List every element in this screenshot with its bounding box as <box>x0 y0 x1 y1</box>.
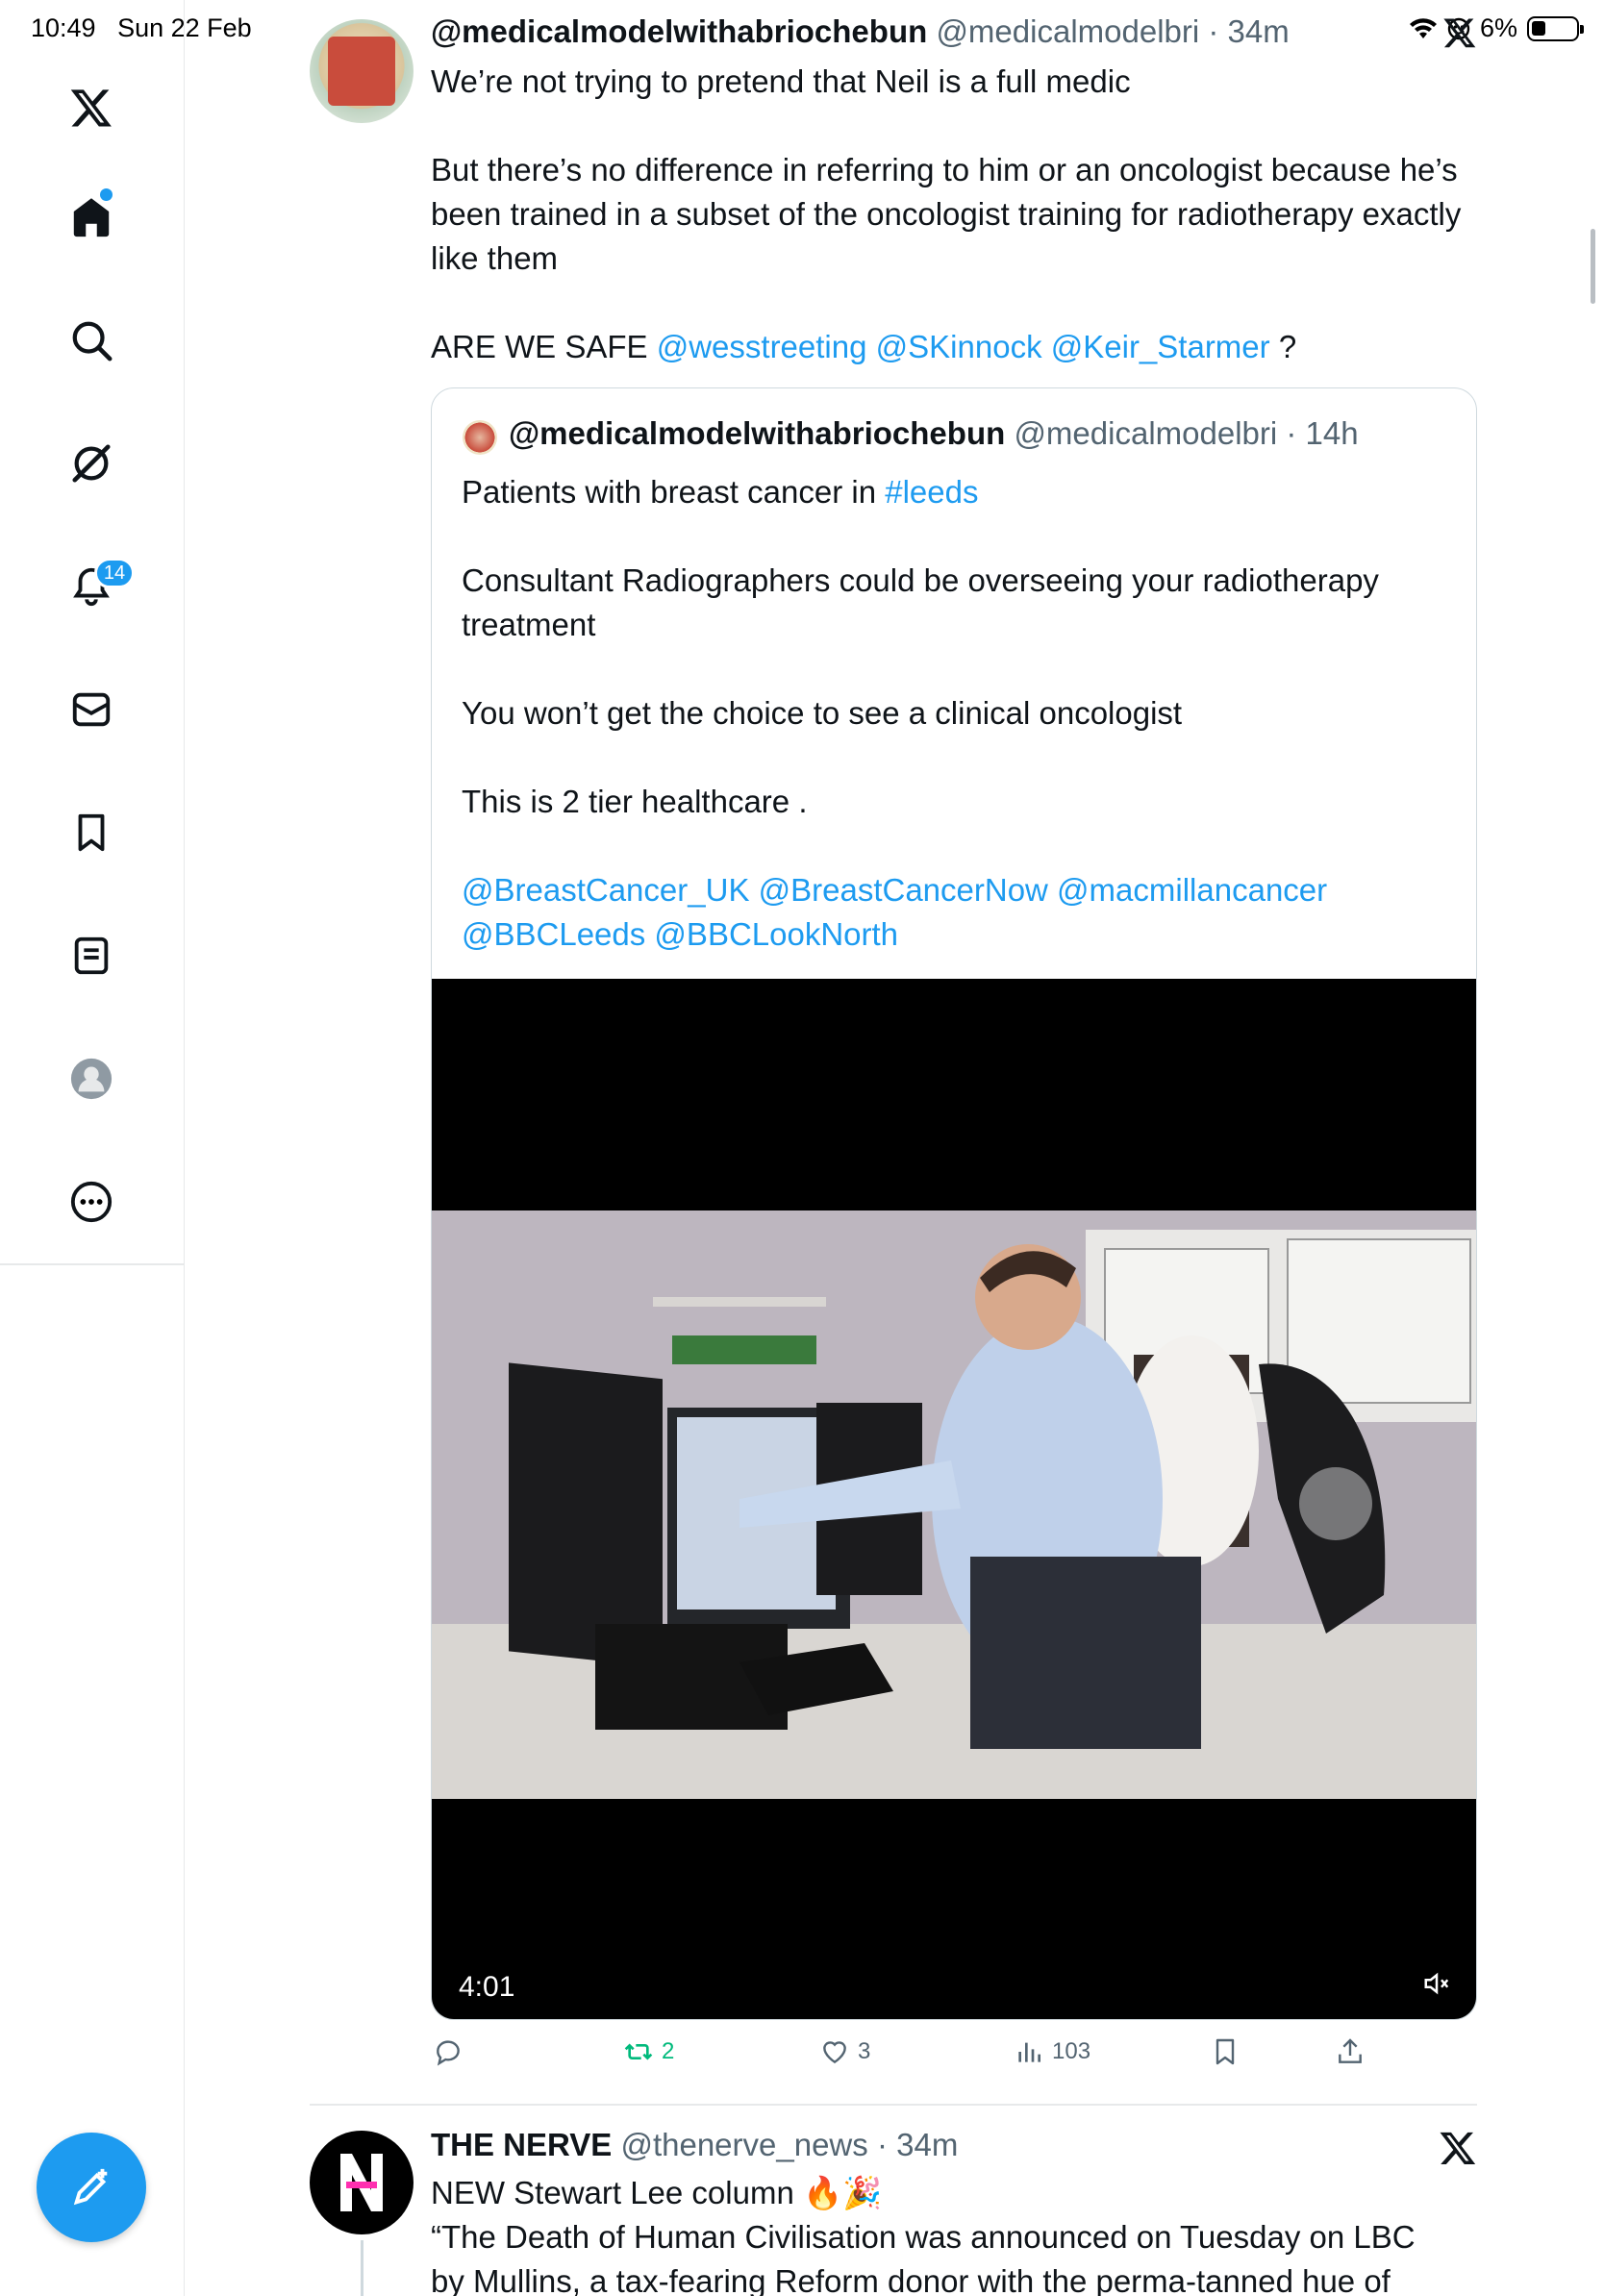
status-icons: 6% <box>1409 13 1584 43</box>
quoted-text: Patients with breast cancer in #leeds Co… <box>462 470 1442 957</box>
mention-link[interactable]: @SKinnock <box>876 329 1042 364</box>
tweet-divider <box>310 2104 1477 2106</box>
search-icon[interactable] <box>68 317 114 363</box>
notifications-badge: 14 <box>94 558 135 588</box>
tweet-paragraph: We’re not trying to pretend that Neil is… <box>431 63 1131 99</box>
tweet-safe-text: ARE WE SAFE <box>431 329 648 364</box>
mute-icon[interactable] <box>1422 1969 1451 1998</box>
mention-link[interactable]: @BBCLeeds @BBCLookNorth <box>462 916 898 952</box>
mention-link[interactable]: @Keir_Starmer <box>1051 329 1270 364</box>
heart-icon <box>823 2041 846 2064</box>
sidebar-divider <box>0 1263 185 1265</box>
author-avatar[interactable] <box>310 19 414 123</box>
tweet2-time[interactable]: 34m <box>896 2127 958 2162</box>
retweet-button[interactable]: 2 <box>623 2036 674 2067</box>
scrollbar[interactable] <box>1591 229 1595 304</box>
bookmark-icon <box>1216 2038 1235 2065</box>
author-name[interactable]: @medicalmodelwithabriochebun <box>431 13 927 49</box>
tweet-actions: 2 3 103 <box>431 2036 1373 2075</box>
quoted-author-name: @medicalmodelwithabriochebun <box>509 415 1006 451</box>
like-button[interactable]: 3 <box>819 2036 870 2067</box>
tweet2-line: “The Death of Human Civilisation was ann… <box>431 2219 1416 2255</box>
quoted-paragraph: This is 2 tier healthcare . <box>462 784 808 819</box>
tweet2-line: by Mullins, a tax-fearing Reform donor w… <box>431 2263 1391 2296</box>
mention-link[interactable]: @wesstreeting <box>657 329 867 364</box>
compose-button[interactable] <box>37 2133 146 2242</box>
home-unread-dot <box>100 188 113 201</box>
nerve-logo-icon <box>340 2154 383 2211</box>
messages-icon[interactable] <box>68 686 114 733</box>
mention-link[interactable]: @BreastCancer_UK @BreastCancerNow @macmi… <box>462 872 1327 908</box>
views-icon <box>1018 2042 1040 2062</box>
tweet2-header: THE NERVE @thenerve_news · 34m <box>431 2127 959 2162</box>
x-logo-icon[interactable] <box>68 85 114 131</box>
compose-icon <box>73 2168 108 2206</box>
tweet-text: We’re not trying to pretend that Neil is… <box>431 60 1469 369</box>
nerve-avatar[interactable] <box>310 2131 414 2234</box>
bookmarks-icon[interactable] <box>68 810 114 856</box>
quoted-paragraph: Consultant Radiographers could be overse… <box>462 562 1379 642</box>
share-icon <box>1339 2038 1362 2063</box>
quoted-author-avatar <box>463 420 497 455</box>
hashtag-link[interactable]: #leeds <box>885 474 978 510</box>
battery-icon <box>1527 15 1584 41</box>
retweet-icon <box>624 2043 653 2060</box>
video-still <box>432 1210 1476 1799</box>
tweet-paragraph: But there’s no difference in referring t… <box>431 152 1462 276</box>
tweet-time[interactable]: 34m <box>1228 13 1290 49</box>
video-duration: 4:01 <box>459 1971 515 2003</box>
x-logo-icon <box>1443 18 1476 48</box>
tweet2-author-name[interactable]: THE NERVE <box>431 2127 612 2162</box>
tweet2-text: NEW Stewart Lee column 🔥🎉 “The Death of … <box>431 2171 1479 2296</box>
wifi-icon <box>1409 17 1437 38</box>
quoted-time: 14h <box>1305 415 1359 451</box>
bookmark-button[interactable] <box>1210 2036 1241 2067</box>
battery-percent: 6% <box>1479 13 1517 42</box>
tweet-paragraph: ARE WE SAFE @wesstreeting @SKinnock @Kei… <box>431 325 1469 369</box>
avatar-logo <box>328 37 395 106</box>
share-button[interactable] <box>1335 2036 1366 2067</box>
sidebar: 14 <box>0 0 185 2296</box>
tweet-header: @medicalmodelwithabriochebun @medicalmod… <box>431 13 1290 49</box>
reply-button[interactable] <box>433 2036 471 2067</box>
video-player[interactable]: 4:01 <box>432 979 1476 2019</box>
profile-avatar-icon[interactable] <box>68 1056 114 1102</box>
views-button[interactable]: 103 <box>1014 2036 1090 2067</box>
quoted-mentions: @BreastCancer_UK @BreastCancerNow @macmi… <box>462 868 1442 957</box>
home-icon[interactable] <box>68 194 114 240</box>
tweet-suffix: ? <box>1278 329 1297 364</box>
more-icon[interactable] <box>68 1179 114 1225</box>
author-handle[interactable]: @medicalmodelbri <box>936 13 1199 49</box>
like-count: 3 <box>858 2038 871 2064</box>
quoted-paragraph: Patients with breast cancer in #leeds <box>462 474 979 510</box>
thread-line <box>361 2240 363 2296</box>
tweet2-author-handle[interactable]: @thenerve_news <box>620 2127 867 2162</box>
reply-icon <box>437 2040 460 2066</box>
quoted-header: @medicalmodelwithabriochebun @medicalmod… <box>509 415 1359 451</box>
lists-icon[interactable] <box>68 933 114 979</box>
quoted-author-handle: @medicalmodelbri <box>1014 415 1278 451</box>
video-frame <box>432 1210 1476 1799</box>
quoted-tweet[interactable]: @medicalmodelwithabriochebun @medicalmod… <box>431 387 1477 2020</box>
x-logo-icon <box>1440 2132 1476 2164</box>
quoted-paragraph: You won’t get the choice to see a clinic… <box>462 695 1183 731</box>
views-count: 103 <box>1052 2038 1091 2064</box>
tweet2-line: NEW Stewart Lee column 🔥🎉 <box>431 2175 883 2210</box>
grok-icon[interactable] <box>68 440 114 487</box>
retweet-count: 2 <box>662 2038 675 2064</box>
